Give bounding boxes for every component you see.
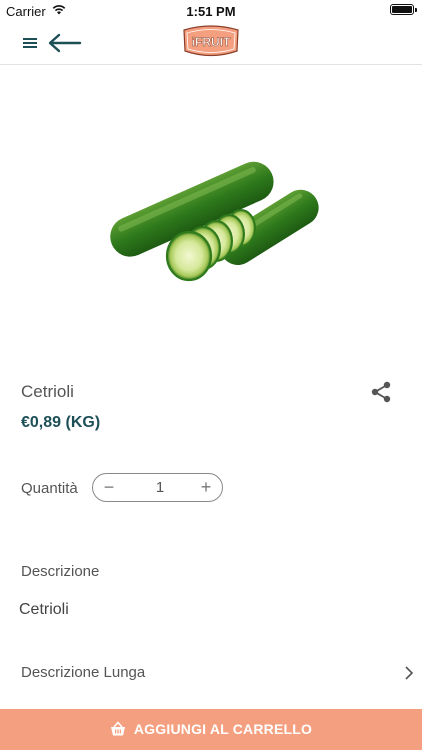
quantity-label: Quantità: [21, 480, 78, 497]
long-description-row[interactable]: Descrizione Lunga: [0, 654, 422, 692]
battery-icon: [390, 4, 417, 15]
status-bar: Carrier 1:51 PM: [0, 0, 422, 22]
product-price: €0,89 (KG): [21, 414, 101, 431]
description-text: Cetrioli: [19, 601, 69, 618]
logo-text: iFRUIT: [192, 35, 231, 49]
add-to-cart-content: AGGIUNGI AL CARRELLO: [0, 721, 422, 737]
quantity-increase-button[interactable]: +: [196, 477, 216, 497]
product-image: [110, 161, 319, 282]
back-arrow-icon[interactable]: [46, 32, 82, 54]
long-description-label: Descrizione Lunga: [21, 664, 146, 681]
ifruit-logo: iFRUIT: [183, 25, 239, 57]
description-title: Descrizione: [21, 563, 100, 580]
share-icon[interactable]: [369, 380, 393, 404]
nav-bar: iFRUIT: [0, 22, 422, 65]
quantity-decrease-button[interactable]: −: [99, 477, 119, 497]
chevron-right-icon: [405, 666, 414, 680]
product-name: Cetrioli: [21, 382, 74, 401]
status-time: 1:51 PM: [186, 4, 236, 19]
basket-icon: [110, 721, 125, 736]
add-to-cart-button[interactable]: AGGIUNGI AL CARRELLO: [0, 709, 422, 750]
quantity-stepper: − +: [92, 473, 223, 502]
quantity-input[interactable]: [139, 478, 181, 497]
add-to-cart-label: AGGIUNGI AL CARRELLO: [133, 721, 313, 737]
hamburger-menu-icon[interactable]: [21, 35, 39, 51]
